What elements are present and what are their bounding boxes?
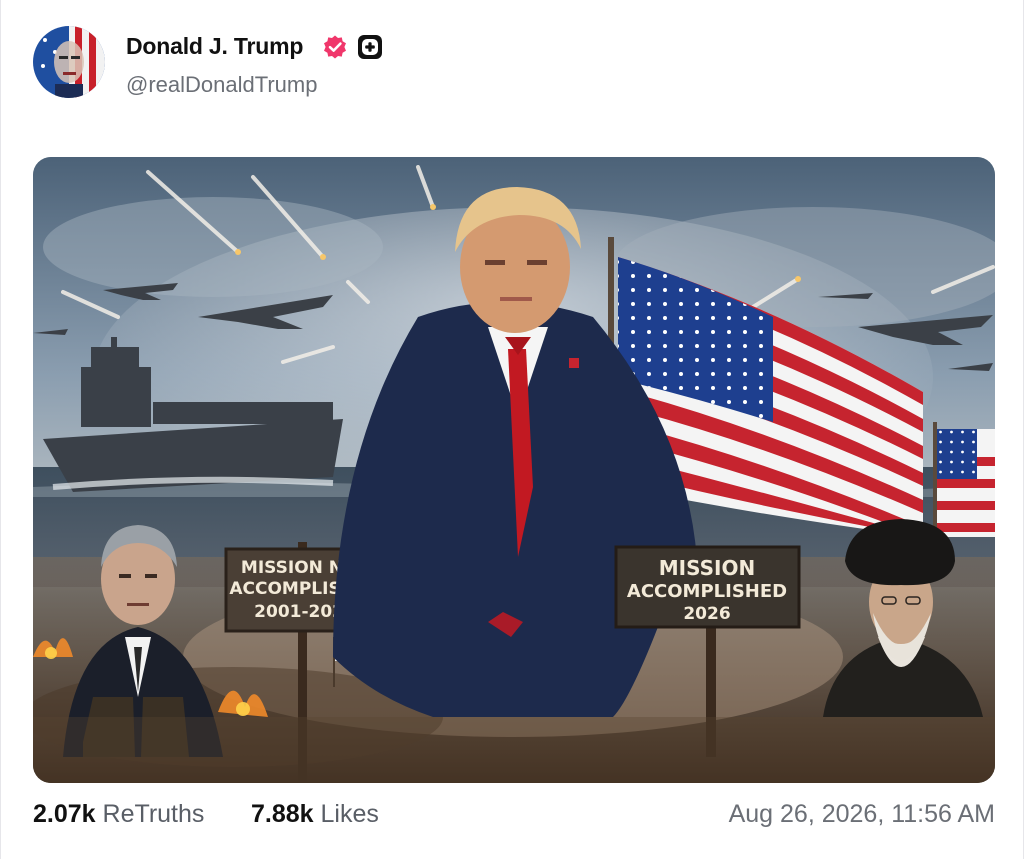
right-sign-line-1: MISSION (659, 556, 755, 580)
right-sign-line-2: ACCOMPLISHED (627, 581, 787, 602)
post-timestamp[interactable]: Aug 26, 2026, 11:56 AM (729, 800, 995, 829)
avatar[interactable] (33, 26, 105, 98)
author-display-name[interactable]: Donald J. Trump (126, 33, 303, 60)
avatar-image (33, 26, 105, 98)
plus-badge-icon (358, 35, 382, 59)
likes-count: 7.88k (251, 800, 314, 828)
likes-label: Likes (320, 800, 379, 828)
post-image[interactable]: MISSION NOT ACCOMPLISHED 2001-2021 MISSI… (33, 157, 995, 783)
retruths-stat[interactable]: 2.07k ReTruths (33, 800, 204, 829)
verified-badge-icon (324, 35, 346, 59)
author-handle[interactable]: @realDonaldTrump (126, 72, 317, 98)
post-card: Donald J. Trump @realDonaldTrump MISSION… (0, 0, 1024, 859)
retruths-label: ReTruths (102, 800, 205, 828)
retruths-count: 2.07k (33, 800, 96, 828)
post-footer: 2.07k ReTruths 7.88k Likes Aug 26, 2026,… (33, 800, 995, 836)
right-sign-line-3: 2026 (683, 604, 730, 624)
post-image-illustration: MISSION NOT ACCOMPLISHED 2001-2021 MISSI… (33, 157, 995, 783)
likes-stat[interactable]: 7.88k Likes (251, 800, 379, 829)
